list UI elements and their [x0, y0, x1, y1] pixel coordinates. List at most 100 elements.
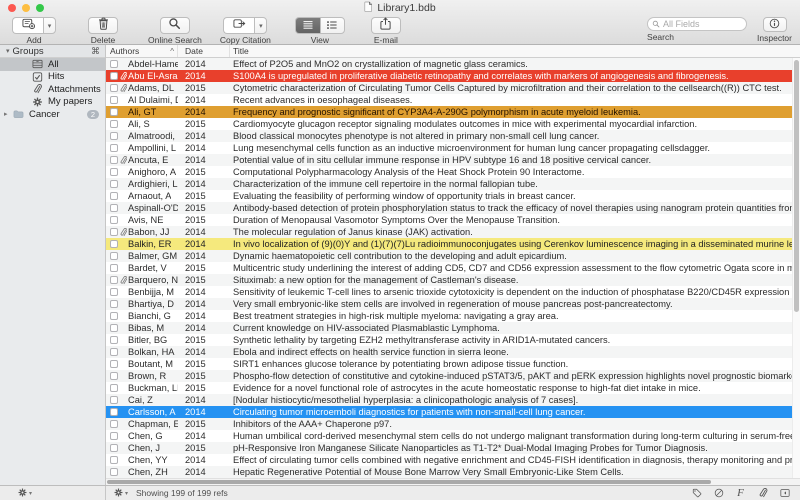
row-checkbox[interactable]: [110, 372, 118, 380]
table-row[interactable]: Balmer, GM2014Dynamic haematopoietic cel…: [106, 250, 800, 262]
row-checkbox[interactable]: [110, 108, 118, 116]
font-f-icon[interactable]: F: [735, 488, 746, 499]
row-checkbox[interactable]: [110, 276, 118, 284]
zoom-window-button[interactable]: [36, 4, 44, 12]
row-checkbox[interactable]: [110, 192, 118, 200]
row-checkbox[interactable]: [110, 60, 118, 68]
table-row[interactable]: Ali, S2015Cardiomyocyte glucagon recepto…: [106, 118, 800, 130]
online-search-button[interactable]: [160, 17, 190, 34]
view-list-segment[interactable]: [320, 17, 345, 34]
delete-button[interactable]: [88, 17, 118, 34]
groups-header[interactable]: ▾ Groups ⌘: [0, 45, 105, 58]
row-checkbox[interactable]: [110, 144, 118, 152]
copy-citation-dropdown-button[interactable]: ▾: [254, 17, 267, 34]
table-row[interactable]: Brown, R2015Phospho-flow detection of co…: [106, 370, 800, 382]
sidebar-item-all[interactable]: All: [0, 58, 105, 71]
row-checkbox[interactable]: [110, 180, 118, 188]
row-checkbox[interactable]: [110, 384, 118, 392]
copy-citation-button[interactable]: ▾: [223, 17, 267, 34]
table-row[interactable]: Chen, G2014Human umbilical cord-derived …: [106, 430, 800, 442]
column-header-authors[interactable]: Authors ^: [106, 45, 178, 57]
table-row[interactable]: Abdel-Hameed2014Effect of P2O5 and MnO2 …: [106, 58, 800, 70]
table-row[interactable]: Cai, Z2014[Nodular histiocytic/mesotheli…: [106, 394, 800, 406]
table-row[interactable]: Bardet, V2015Multicentric study underlin…: [106, 262, 800, 274]
row-checkbox[interactable]: [110, 336, 118, 344]
row-checkbox[interactable]: [110, 288, 118, 296]
sidebar-item-hits[interactable]: Hits: [0, 71, 105, 84]
table-row[interactable]: Buckman, LB2015Evidence for a novel func…: [106, 382, 800, 394]
sidebar-item-attachments[interactable]: Attachments: [0, 83, 105, 96]
table-row[interactable]: Bhartiya, D2014Very small embryonic-like…: [106, 298, 800, 310]
row-checkbox[interactable]: [110, 468, 118, 476]
row-checkbox[interactable]: [110, 420, 118, 428]
row-checkbox[interactable]: [110, 444, 118, 452]
add-dropdown-button[interactable]: ▾: [43, 17, 56, 34]
table-row[interactable]: Bolkan, HA2014Ebola and indirect effects…: [106, 346, 800, 358]
table-row[interactable]: Aspinall-O'Dea2015Antibody-based detecti…: [106, 202, 800, 214]
row-checkbox[interactable]: [110, 348, 118, 356]
table-row[interactable]: Abu El-Asrar, A2014S100A4 is upregulated…: [106, 70, 800, 82]
table-row[interactable]: Bibas, M2014Current knowledge on HIV-ass…: [106, 322, 800, 334]
row-checkbox[interactable]: [110, 228, 118, 236]
add-button[interactable]: ▾: [12, 17, 56, 34]
table-row[interactable]: Avis, NE2015Duration of Menopausal Vasom…: [106, 214, 800, 226]
row-checkbox[interactable]: [110, 300, 118, 308]
table-row[interactable]: Adams, DL2015Cytometric characterization…: [106, 82, 800, 94]
horizontal-scrollbar[interactable]: [106, 478, 800, 485]
row-checkbox[interactable]: [110, 156, 118, 164]
slash-circle-icon[interactable]: [713, 488, 724, 499]
horizontal-scrollbar-thumb[interactable]: [107, 480, 711, 484]
table-row[interactable]: Ardighieri, L2014Characterization of the…: [106, 178, 800, 190]
table-row[interactable]: Chen, YY2014Effect of circulating tumor …: [106, 454, 800, 466]
row-checkbox[interactable]: [110, 456, 118, 464]
paperclip-icon[interactable]: [757, 488, 768, 499]
column-header-date[interactable]: Date: [178, 45, 230, 57]
table-row[interactable]: Benbijja, M2014Sensitivity of leukemic T…: [106, 286, 800, 298]
row-checkbox[interactable]: [110, 396, 118, 404]
close-window-button[interactable]: [8, 4, 16, 12]
table-row[interactable]: Chen, J2015pH-Responsive Iron Manganese …: [106, 442, 800, 454]
search-field[interactable]: [647, 17, 747, 31]
table-row[interactable]: Boutant, M2015SIRT1 enhances glucose tol…: [106, 358, 800, 370]
row-checkbox[interactable]: [110, 252, 118, 260]
row-checkbox[interactable]: [110, 84, 118, 92]
row-checkbox[interactable]: [110, 96, 118, 104]
row-checkbox[interactable]: [110, 324, 118, 332]
table-row[interactable]: Ampollini, L2014Lung mesenchymal cells f…: [106, 142, 800, 154]
table-row[interactable]: Babon, JJ2014The molecular regulation of…: [106, 226, 800, 238]
search-input[interactable]: [663, 19, 742, 29]
table-row[interactable]: Ali, GT2014Frequency and prognostic sign…: [106, 106, 800, 118]
vertical-scrollbar[interactable]: [792, 58, 800, 478]
group-action-menu-button[interactable]: ▾: [18, 488, 32, 499]
inspector-button[interactable]: [763, 17, 787, 32]
disclosure-down-icon[interactable]: ▾: [6, 47, 10, 55]
column-header-title[interactable]: Title: [230, 45, 800, 57]
table-row[interactable]: Chen, ZH2014Hepatic Regenerative Potenti…: [106, 466, 800, 478]
row-checkbox[interactable]: [110, 360, 118, 368]
row-checkbox[interactable]: [110, 204, 118, 212]
tag-icon[interactable]: [691, 488, 702, 499]
row-checkbox[interactable]: [110, 432, 118, 440]
row-checkbox[interactable]: [110, 168, 118, 176]
email-button[interactable]: [371, 17, 401, 34]
table-row[interactable]: Al Dulaimi, D2014Recent advances in oeso…: [106, 94, 800, 106]
minimize-window-button[interactable]: [22, 4, 30, 12]
row-checkbox[interactable]: [110, 240, 118, 248]
table-row[interactable]: Almatroodi, SA2014Blood classical monocy…: [106, 130, 800, 142]
disclosure-right-icon[interactable]: ▸: [4, 110, 13, 118]
row-checkbox[interactable]: [110, 312, 118, 320]
row-checkbox[interactable]: [110, 120, 118, 128]
table-row[interactable]: Barquero, N2015Situximab: a new option f…: [106, 274, 800, 286]
row-checkbox[interactable]: [110, 132, 118, 140]
table-row[interactable]: Carlsson, A2014Circulating tumor microem…: [106, 406, 800, 418]
row-checkbox[interactable]: [110, 216, 118, 224]
titlebar[interactable]: Library1.bdb: [0, 0, 800, 16]
side-panel-icon[interactable]: [779, 488, 790, 499]
table-row[interactable]: Bianchi, G2014Best treatment strategies …: [106, 310, 800, 322]
table-row[interactable]: Ancuta, E2014Potential value of in situ …: [106, 154, 800, 166]
vertical-scrollbar-thumb[interactable]: [794, 60, 799, 312]
row-checkbox[interactable]: [110, 408, 118, 416]
row-checkbox[interactable]: [110, 72, 118, 80]
reference-action-menu-button[interactable]: ▾: [114, 488, 128, 499]
table-row[interactable]: Arnaout, A2015Evaluating the feasibility…: [106, 190, 800, 202]
